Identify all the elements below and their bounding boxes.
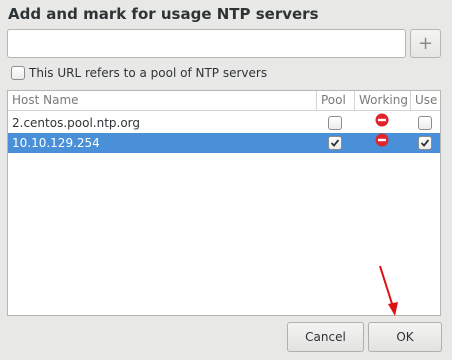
table-row[interactable]: 10.10.129.254 [8,133,440,153]
pool-cell [316,113,354,133]
pool-url-checkbox[interactable] [11,66,25,80]
working-cell [354,133,410,153]
error-icon [375,133,389,153]
ntp-url-input[interactable] [7,29,406,58]
use-checkbox[interactable] [418,136,432,150]
use-cell [410,113,440,133]
pool-url-checkbox-label: This URL refers to a pool of NTP servers [29,66,268,80]
pool-checkbox[interactable] [328,116,342,130]
use-checkbox[interactable] [418,116,432,130]
ntp-servers-table: Host Name Pool Working Use 2.centos.pool… [7,90,441,316]
column-header-host-name[interactable]: Host Name [8,91,316,111]
dialog-title: Add and mark for usage NTP servers [8,5,319,23]
add-server-button[interactable]: + [410,29,441,58]
plus-icon: + [417,33,434,54]
column-header-pool[interactable]: Pool [316,91,354,111]
column-header-working[interactable]: Working [354,91,410,111]
pool-cell [316,133,354,153]
pool-checkbox[interactable] [328,136,342,150]
host-name-cell: 10.10.129.254 [12,136,100,150]
pool-checkbox-row[interactable]: This URL refers to a pool of NTP servers [11,66,267,80]
working-cell [354,113,410,133]
use-cell [410,133,440,153]
host-name-cell: 2.centos.pool.ntp.org [12,116,141,130]
ok-button[interactable]: OK [368,322,442,352]
column-header-use[interactable]: Use [410,91,440,111]
error-icon [375,113,389,133]
cancel-button[interactable]: Cancel [287,322,364,352]
table-row[interactable]: 2.centos.pool.ntp.org [8,113,440,133]
table-header: Host Name Pool Working Use [8,91,440,111]
